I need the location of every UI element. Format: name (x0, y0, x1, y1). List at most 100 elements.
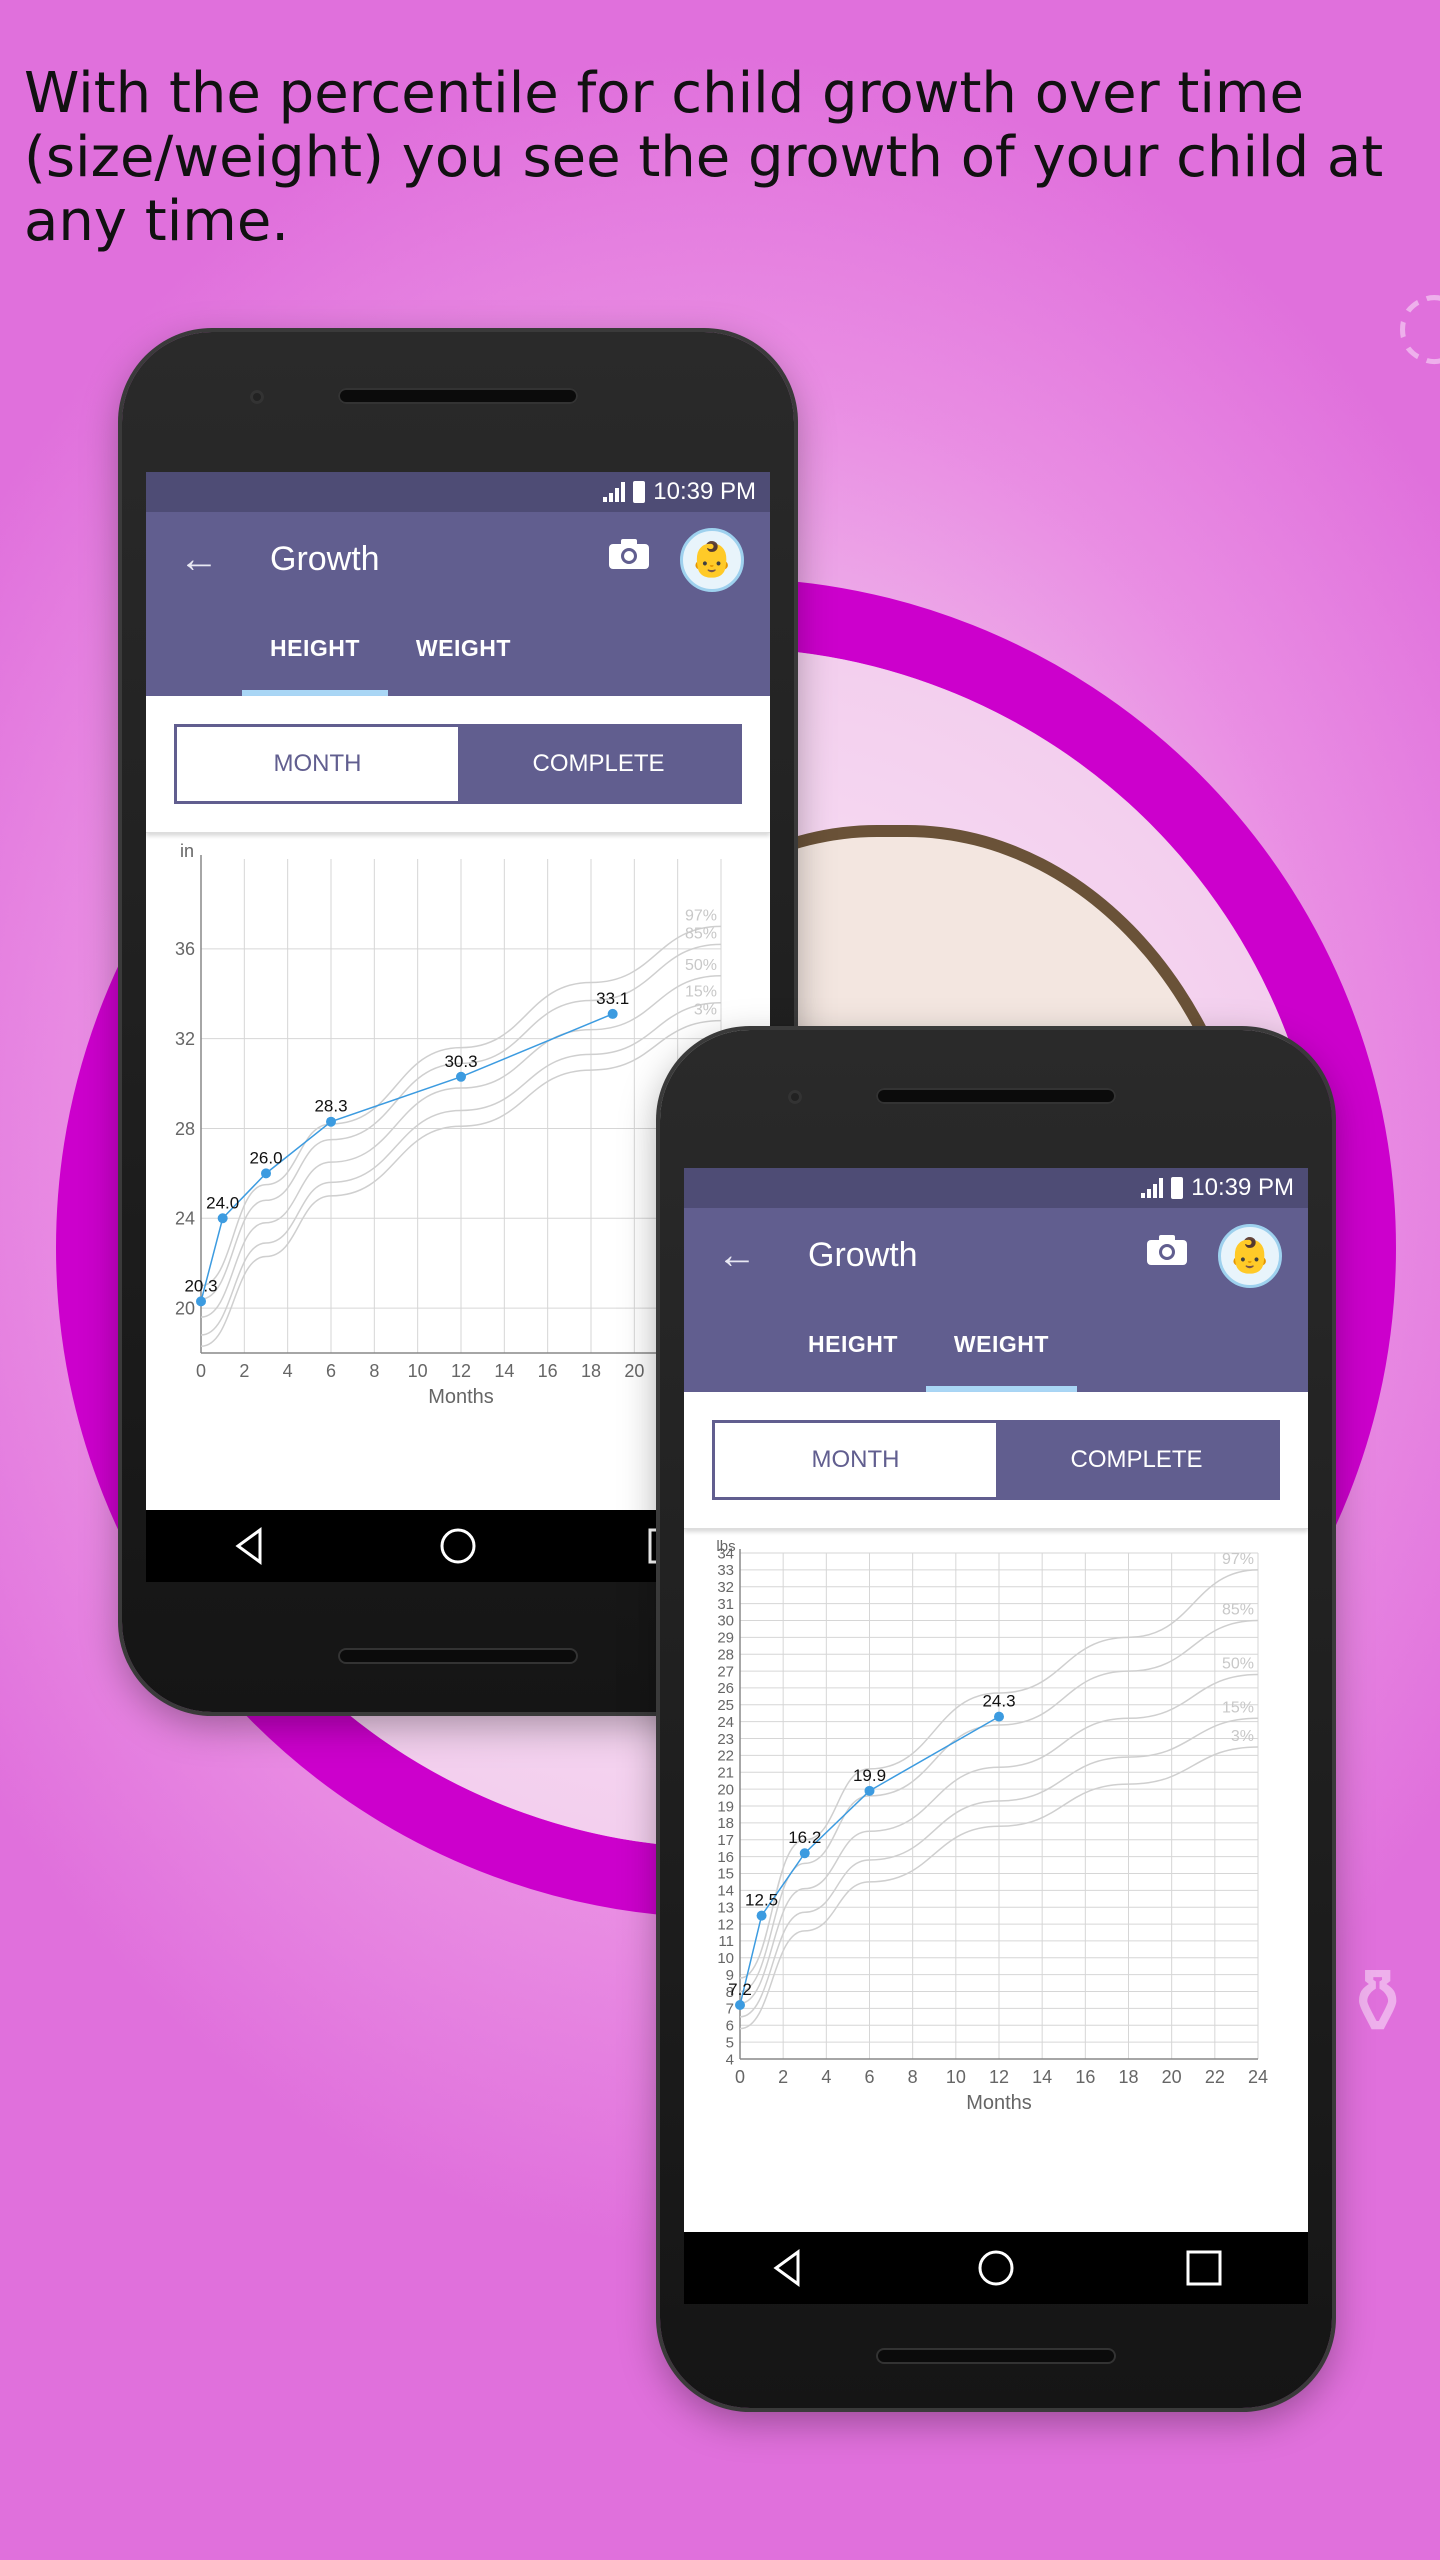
x-tick-label: 18 (1118, 2067, 1138, 2087)
baby-bottle-icon: ⚱ (1340, 1950, 1416, 2055)
speaker-grille (876, 1088, 1116, 1104)
y-tick-label: 27 (717, 1663, 734, 1680)
x-tick-label: 24 (1248, 2067, 1268, 2087)
complete-button[interactable]: COMPLETE (996, 1423, 1277, 1497)
phone-screen: 10:39 PM ← Growth 👶 HEIGHT WEIGHT MONTH … (684, 1168, 1308, 2304)
y-tick-label: 12 (717, 1916, 734, 1933)
data-label: 26.0 (249, 1148, 282, 1167)
view-toggle-container: MONTH COMPLETE (146, 696, 770, 833)
y-tick-label: 11 (718, 1933, 734, 1950)
x-tick-label: 22 (1205, 2067, 1225, 2087)
tab-weight[interactable]: WEIGHT (925, 1314, 1077, 1392)
view-toggle: MONTH COMPLETE (712, 1420, 1280, 1500)
y-tick-label: 17 (717, 1832, 734, 1849)
tab-height[interactable]: HEIGHT (242, 618, 388, 696)
data-label: 12.5 (745, 1891, 778, 1910)
view-toggle-container: MONTH COMPLETE (684, 1392, 1308, 1529)
arrow-left-icon[interactable]: ← (712, 1230, 762, 1280)
data-point (799, 1848, 810, 1859)
y-tick-label: 20 (717, 1781, 734, 1798)
nav-bar (684, 2232, 1308, 2304)
x-tick-label: 12 (451, 1361, 471, 1381)
camera-icon[interactable] (1146, 1234, 1188, 1266)
percentile-label: 3% (1231, 1728, 1254, 1745)
tab-weight[interactable]: WEIGHT (388, 618, 539, 696)
y-tick-label: 29 (717, 1630, 734, 1647)
app-title: Growth (808, 1236, 918, 1274)
data-point (994, 1711, 1004, 1722)
x-tick-label: 12 (989, 2067, 1009, 2087)
y-tick-label: 14 (717, 1883, 734, 1900)
x-tick-label: 20 (1162, 2067, 1182, 2087)
percentile-label: 97% (685, 907, 717, 924)
nav-back-icon[interactable] (230, 1526, 270, 1566)
data-point (756, 1910, 767, 1921)
y-tick-label: 32 (175, 1029, 195, 1049)
arrow-left-icon[interactable]: ← (174, 534, 224, 584)
y-tick-label: 18 (717, 1815, 734, 1832)
tab-height[interactable]: HEIGHT (780, 1314, 926, 1392)
x-tick-label: 8 (908, 2067, 918, 2087)
percentile-label: 50% (1222, 1655, 1254, 1672)
y-tick-label: 28 (175, 1119, 195, 1139)
month-button[interactable]: MONTH (177, 727, 458, 801)
data-point (607, 1008, 618, 1019)
x-axis-label: Months (428, 1386, 494, 1408)
baby-avatar-icon[interactable]: 👶 (680, 528, 744, 592)
y-tick-label: 24 (175, 1209, 195, 1229)
y-tick-label: 23 (717, 1731, 734, 1748)
y-tick-label: 30 (717, 1613, 734, 1630)
camera-icon[interactable] (608, 538, 650, 570)
nav-back-icon[interactable] (768, 2248, 808, 2288)
data-label: 33.1 (596, 989, 629, 1008)
data-point (735, 2000, 745, 2011)
month-button[interactable]: MONTH (715, 1423, 996, 1497)
x-tick-label: 8 (369, 1361, 379, 1381)
nav-home-icon[interactable] (438, 1526, 478, 1566)
nav-recents-icon[interactable] (1184, 2248, 1224, 2288)
y-tick-label: 21 (717, 1765, 734, 1782)
front-camera (250, 390, 264, 404)
percentile-label: 15% (685, 984, 717, 1001)
x-tick-label: 4 (821, 2067, 831, 2087)
x-tick-label: 6 (326, 1361, 336, 1381)
data-label: 20.3 (184, 1276, 217, 1295)
data-label: 19.9 (853, 1766, 886, 1785)
data-label: 24.3 (982, 1692, 1015, 1711)
data-point (196, 1296, 206, 1307)
y-tick-label: 13 (717, 1899, 734, 1916)
complete-button[interactable]: COMPLETE (458, 727, 739, 801)
speaker-grille-bottom (876, 2348, 1116, 2364)
data-label: 16.2 (788, 1828, 821, 1847)
y-tick-label: 32 (717, 1579, 734, 1596)
x-tick-label: 16 (1075, 2067, 1095, 2087)
x-tick-label: 16 (538, 1361, 558, 1381)
percentile-label: 50% (685, 957, 717, 974)
y-tick-label: 22 (717, 1748, 734, 1765)
x-tick-label: 2 (239, 1361, 249, 1381)
x-tick-label: 6 (864, 2067, 874, 2087)
y-tick-label: 20 (175, 1298, 195, 1318)
status-bar: 10:39 PM (684, 1168, 1308, 1208)
y-tick-label: 25 (717, 1697, 734, 1714)
weight-chart: lbs 4 5 6 7 8 9 10 11 12 13 14 15 16 17 18 19 20 21 22 23 24 2… (684, 1529, 1308, 2193)
baby-avatar-icon[interactable]: 👶 (1218, 1224, 1282, 1288)
y-tick-label: 6 (726, 2018, 734, 2035)
data-label: 30.3 (444, 1052, 477, 1071)
y-tick-label: 5 (726, 2034, 734, 2051)
y-tick-label: 19 (717, 1798, 734, 1815)
status-time: 10:39 PM (1191, 1174, 1294, 1201)
nav-home-icon[interactable] (976, 2248, 1016, 2288)
x-tick-label: 14 (1032, 2067, 1052, 2087)
y-tick-label: 16 (717, 1849, 734, 1866)
data-point (456, 1071, 466, 1082)
x-tick-label: 18 (581, 1361, 601, 1381)
data-point (864, 1785, 875, 1796)
signal-icon (603, 482, 626, 502)
y-tick-label: 34 (717, 1545, 734, 1562)
tab-bar: HEIGHT WEIGHT (780, 1314, 1077, 1392)
data-point (261, 1168, 271, 1179)
battery-icon (633, 481, 646, 503)
y-tick-label: 10 (717, 1950, 734, 1967)
speaker-grille-bottom (338, 1648, 578, 1664)
